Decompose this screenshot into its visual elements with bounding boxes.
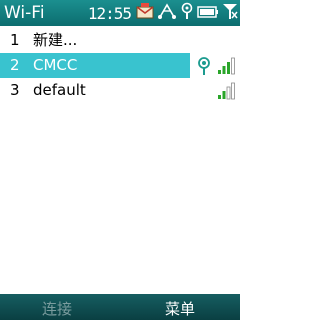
list-item-default[interactable]: 3 default	[0, 78, 240, 103]
item-index: 1	[10, 31, 20, 49]
no-signal-icon	[222, 2, 238, 24]
wifi-antenna-icon	[180, 2, 194, 24]
item-index: 3	[10, 81, 20, 99]
clock: 12:55	[87, 3, 132, 23]
connect-softkey[interactable]: 连接	[42, 298, 72, 319]
list-item-new[interactable]: 1 新建...	[0, 28, 240, 53]
selection-highlight	[0, 53, 190, 78]
item-index: 2	[10, 56, 20, 74]
softkey-bar: 连接 菜单	[0, 294, 240, 320]
item-label: 新建...	[33, 31, 78, 49]
network-connection-icon	[157, 2, 177, 24]
envelope-icon	[136, 3, 154, 23]
signal-strength-icon	[217, 82, 235, 108]
item-label: CMCC	[33, 56, 78, 74]
menu-softkey[interactable]: 菜单	[165, 298, 195, 319]
item-label: default	[33, 81, 86, 99]
app-title: Wi-Fi	[4, 3, 45, 23]
battery-icon	[197, 4, 219, 23]
title-bar: Wi-Fi 12:55	[0, 0, 240, 26]
status-area[interactable]: 12:55	[88, 2, 238, 24]
list-item-cmcc[interactable]: 2 CMCC	[0, 53, 240, 78]
network-list: 1 新建... 2 CMCC 3 default	[0, 28, 240, 103]
